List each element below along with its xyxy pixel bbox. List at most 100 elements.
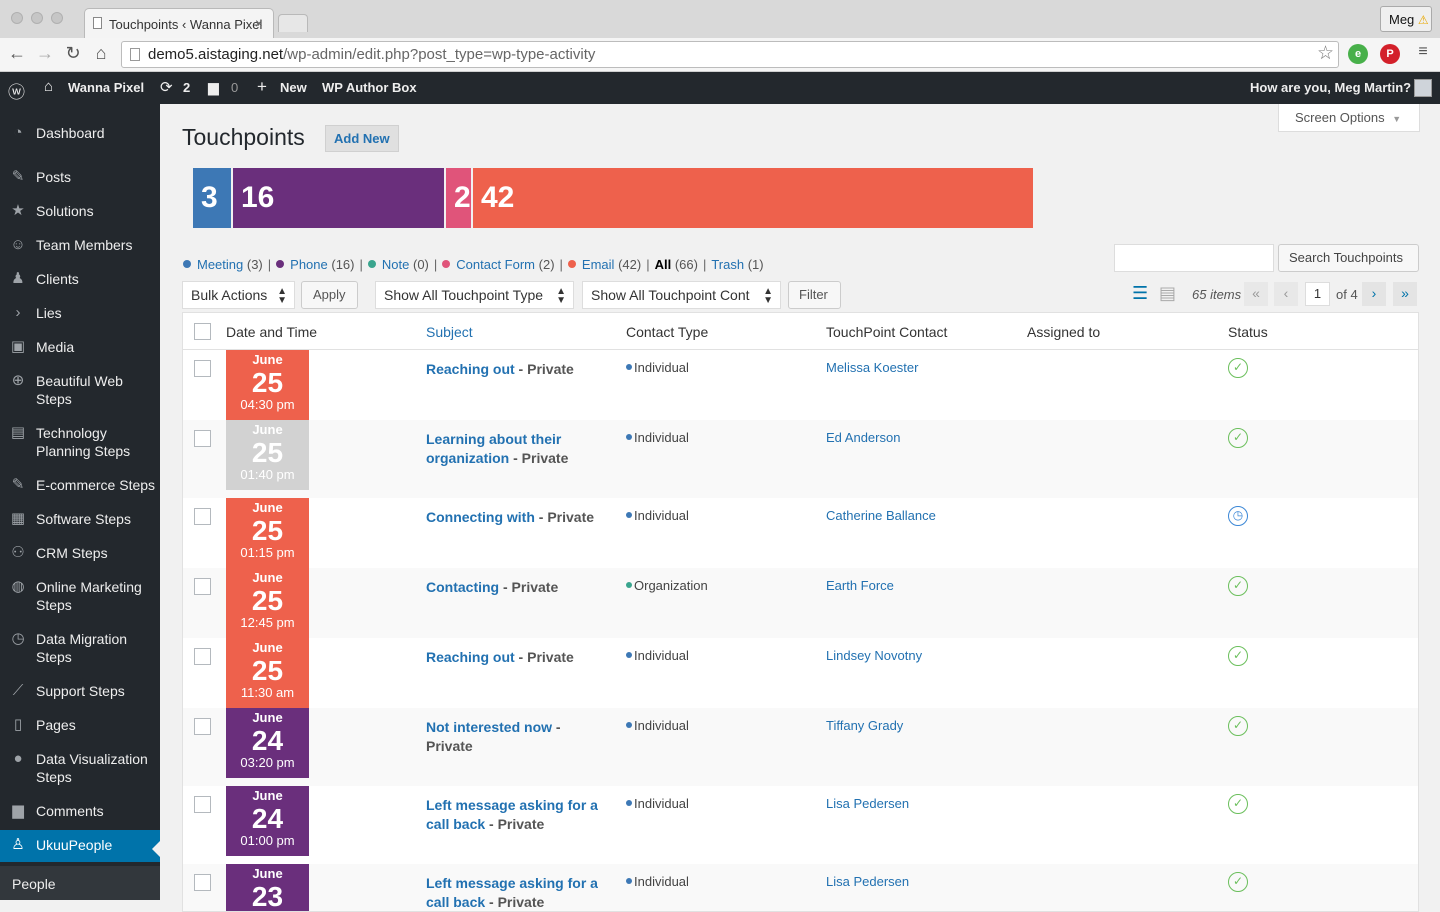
sidebar-item-crm-steps[interactable]: ⚇ CRM Steps — [0, 538, 160, 568]
prev-page-button[interactable]: ‹ — [1274, 282, 1298, 306]
menu-icon[interactable]: ≡ — [1412, 43, 1434, 61]
search-input[interactable] — [1114, 244, 1274, 272]
filter-button[interactable]: Filter — [788, 281, 841, 309]
touchpoint-contact-link[interactable]: Tiffany Grady — [826, 718, 903, 733]
comments-icon[interactable]: ▆ — [208, 79, 219, 96]
touchpoint-contact-link[interactable]: Ed Anderson — [826, 430, 900, 445]
touchpoint-contact-link[interactable]: Lisa Pedersen — [826, 796, 909, 811]
row-checkbox[interactable] — [194, 578, 211, 595]
subject-link[interactable]: Not interested now — [426, 719, 552, 735]
sidebar-item-technology-planning-steps[interactable]: ▤ Technology Planning Steps — [0, 418, 160, 462]
check-circle-icon[interactable]: ✓ — [1228, 872, 1248, 892]
minimize-window-button[interactable] — [31, 12, 43, 24]
next-page-button[interactable]: › — [1362, 282, 1386, 306]
sidebar-item-media[interactable]: ▣ Media — [0, 332, 160, 362]
account-greeting[interactable]: How are you, Meg Martin? — [1250, 80, 1411, 95]
sidebar-item-data-visualization-steps[interactable]: ● Data Visualization Steps — [0, 744, 160, 788]
updates-icon[interactable]: ⟳ — [160, 78, 173, 96]
row-checkbox[interactable] — [194, 430, 211, 447]
filter-link-all[interactable]: All — [655, 257, 672, 272]
comments-count[interactable]: 0 — [231, 80, 238, 95]
profile-button[interactable]: Meg ⚠ — [1380, 6, 1432, 32]
site-name-link[interactable]: Wanna Pixel — [68, 80, 144, 95]
sidebar-item-lies[interactable]: › Lies — [0, 298, 160, 328]
sidebar-item-comments[interactable]: ▆ Comments — [0, 796, 160, 826]
clock-icon[interactable]: ◷ — [1228, 506, 1248, 526]
subject-link[interactable]: Reaching out — [426, 361, 515, 377]
reload-icon[interactable]: ↻ — [62, 43, 84, 64]
screen-options-button[interactable]: Screen Options ▼ — [1278, 104, 1420, 132]
check-circle-icon[interactable]: ✓ — [1228, 428, 1248, 448]
row-checkbox[interactable] — [194, 360, 211, 377]
check-circle-icon[interactable]: ✓ — [1228, 576, 1248, 596]
submenu-item-people[interactable]: People — [0, 866, 160, 900]
bulk-actions-select[interactable]: Bulk Actions ▲ ▼ — [182, 281, 295, 309]
row-checkbox[interactable] — [194, 718, 211, 735]
browser-tab-active[interactable]: Touchpoints ‹ Wanna Pixel × — [84, 8, 274, 38]
check-circle-icon[interactable]: ✓ — [1228, 716, 1248, 736]
row-checkbox[interactable] — [194, 648, 211, 665]
evernote-extension-icon[interactable]: e — [1348, 44, 1368, 64]
touchpoint-contact-link[interactable]: Catherine Ballance — [826, 508, 936, 523]
row-checkbox[interactable] — [194, 508, 211, 525]
bookmark-star-icon[interactable]: ☆ — [1317, 42, 1334, 65]
wordpress-logo-icon[interactable]: ⓦ — [8, 78, 25, 103]
current-page-input[interactable]: 1 — [1305, 282, 1330, 306]
add-new-button[interactable]: Add New — [325, 125, 399, 152]
sidebar-item-pages[interactable]: ▯ Pages — [0, 710, 160, 740]
updates-count[interactable]: 2 — [183, 80, 190, 95]
select-all-checkbox[interactable] — [194, 323, 211, 340]
zoom-window-button[interactable] — [51, 12, 63, 24]
subject-link[interactable]: Contacting — [426, 579, 499, 595]
wp-author-box-link[interactable]: WP Author Box — [322, 80, 417, 95]
filter-link-trash[interactable]: Trash — [711, 257, 744, 272]
row-checkbox[interactable] — [194, 796, 211, 813]
sidebar-item-dashboard[interactable]: ◔ Dashboard — [0, 118, 160, 148]
subject-link[interactable]: Connecting with — [426, 509, 535, 525]
sidebar-item-data-migration-steps[interactable]: ◷ Data Migration Steps — [0, 624, 160, 668]
filter-link-note[interactable]: Note — [382, 257, 409, 272]
first-page-button[interactable]: « — [1244, 282, 1268, 306]
row-checkbox[interactable] — [194, 874, 211, 891]
sidebar-item-posts[interactable]: ✎ Posts — [0, 162, 160, 192]
new-tab-button[interactable] — [278, 14, 308, 32]
new-content-link[interactable]: New — [280, 80, 307, 95]
sidebar-item-clients[interactable]: ♟ Clients — [0, 264, 160, 294]
touchpoint-contact-link[interactable]: Lindsey Novotny — [826, 648, 922, 663]
column-date[interactable]: Date and Time — [226, 324, 317, 340]
apply-button[interactable]: Apply — [301, 281, 358, 309]
tab-close-icon[interactable]: × — [255, 15, 263, 31]
address-bar[interactable]: demo5.aistaging.net/wp-admin/edit.php?po… — [121, 41, 1339, 68]
touchpoint-contact-select[interactable]: Show All Touchpoint Cont ▲ ▼ — [582, 281, 781, 309]
last-page-button[interactable]: » — [1393, 282, 1417, 306]
filter-link-email[interactable]: Email — [582, 257, 615, 272]
touchpoint-contact-link[interactable]: Lisa Pedersen — [826, 874, 909, 889]
check-circle-icon[interactable]: ✓ — [1228, 358, 1248, 378]
list-view-icon[interactable]: ☰ — [1132, 284, 1148, 302]
close-window-button[interactable] — [11, 12, 23, 24]
sidebar-item-e-commerce-steps[interactable]: ✎ E-commerce Steps — [0, 470, 160, 500]
sidebar-item-software-steps[interactable]: ▦ Software Steps — [0, 504, 160, 534]
sidebar-item-ukuupeople[interactable]: ♙ UkuuPeople — [0, 830, 160, 862]
touchpoint-type-select[interactable]: Show All Touchpoint Type ▲ ▼ — [375, 281, 574, 309]
sidebar-item-online-marketing-steps[interactable]: ◍ Online Marketing Steps — [0, 572, 160, 616]
filter-link-contact-form[interactable]: Contact Form — [456, 257, 535, 272]
check-circle-icon[interactable]: ✓ — [1228, 646, 1248, 666]
home-icon[interactable]: ⌂ — [90, 43, 112, 64]
pinterest-extension-icon[interactable]: P — [1380, 44, 1400, 64]
filter-link-phone[interactable]: Phone — [290, 257, 328, 272]
forward-icon[interactable]: → — [34, 43, 56, 64]
sidebar-item-solutions[interactable]: ★ Solutions — [0, 196, 160, 226]
sidebar-item-team-members[interactable]: ☺ Team Members — [0, 230, 160, 260]
sidebar-item-beautiful-web-steps[interactable]: ⊕ Beautiful Web Steps — [0, 366, 160, 410]
filter-link-meeting[interactable]: Meeting — [197, 257, 243, 272]
check-circle-icon[interactable]: ✓ — [1228, 794, 1248, 814]
plus-icon[interactable]: + — [257, 77, 267, 97]
search-touchpoints-button[interactable]: Search Touchpoints — [1278, 244, 1419, 272]
excerpt-view-icon[interactable]: ▤ — [1159, 284, 1176, 302]
column-subject[interactable]: Subject — [426, 324, 473, 340]
back-icon[interactable]: ← — [6, 43, 28, 64]
touchpoint-contact-link[interactable]: Melissa Koester — [826, 360, 918, 375]
avatar[interactable] — [1414, 79, 1432, 97]
touchpoint-contact-link[interactable]: Earth Force — [826, 578, 894, 593]
